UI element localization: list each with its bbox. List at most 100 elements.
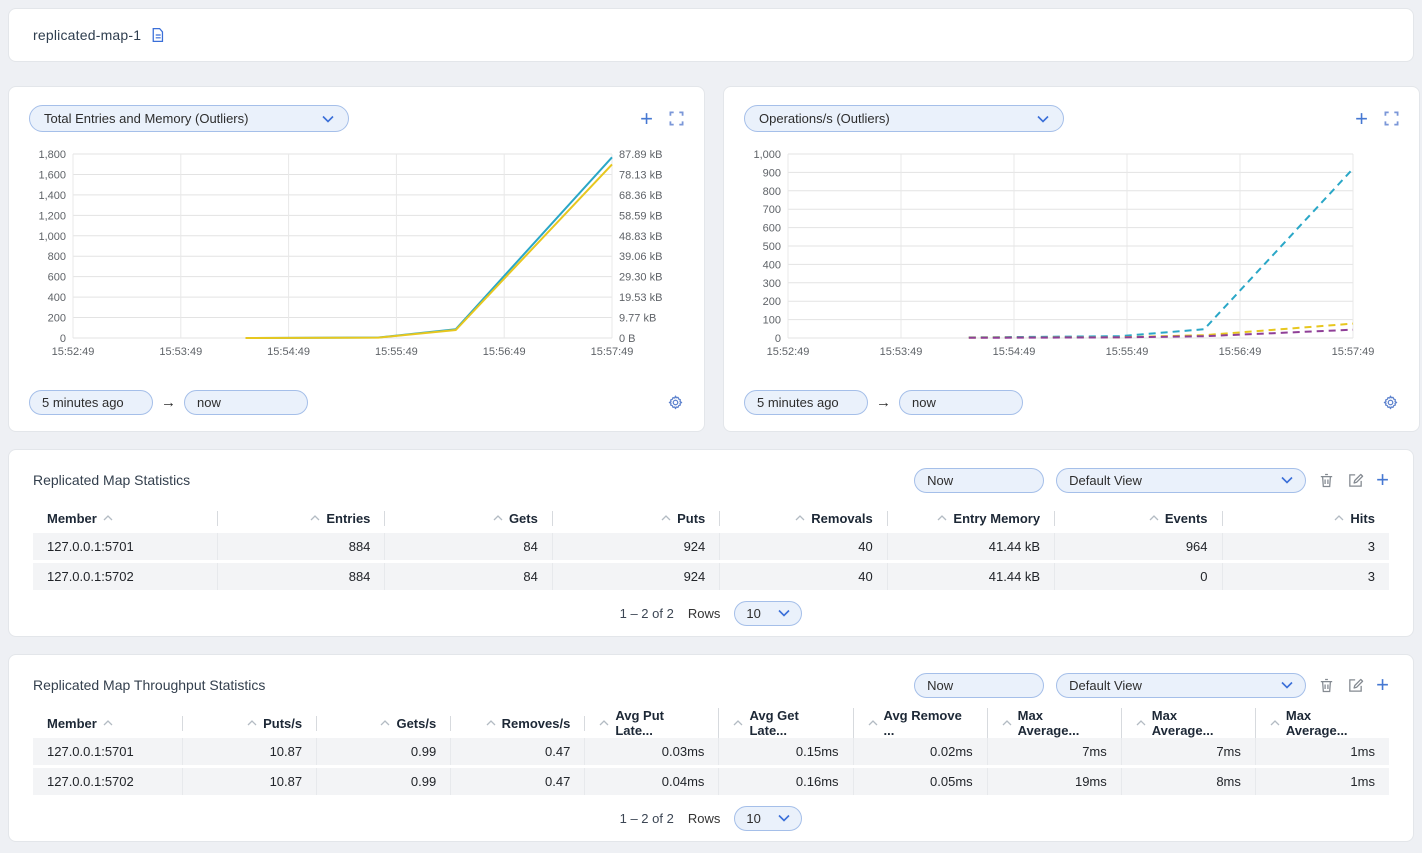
value-cell: 0.04ms [585,768,719,795]
svg-text:15:54:49: 15:54:49 [267,346,310,358]
table-header-row: MemberPuts/sGets/sRemoves/sAvg Put Late.… [33,711,1389,735]
time-from-input[interactable] [29,390,153,415]
svg-text:200: 200 [48,313,66,325]
svg-text:0: 0 [60,333,66,345]
edit-view-icon[interactable] [1347,472,1364,489]
chevron-down-icon [778,609,790,617]
chart-metric-selected-label: Operations/s (Outliers) [759,111,890,126]
table-title: Replicated Map Statistics [33,472,190,488]
column-header-removes-s[interactable]: Removes/s [451,716,585,731]
member-cell: 127.0.0.1:5701 [33,533,218,560]
value-cell: 8ms [1122,768,1256,795]
svg-text:15:56:49: 15:56:49 [1219,346,1262,358]
svg-text:15:55:49: 15:55:49 [375,346,418,358]
svg-text:1,000: 1,000 [38,231,66,243]
table-view-select[interactable]: Default View [1056,468,1306,493]
column-header-max-average[interactable]: Max Average... [1122,708,1256,738]
pagination-range: 1 – 2 of 2 [620,606,674,621]
value-cell: 1ms [1256,738,1389,765]
gear-icon[interactable] [1382,394,1399,411]
add-chart-button[interactable]: + [640,110,653,128]
sort-caret-icon [599,720,609,726]
entries-memory-chart-card: Total Entries and Memory (Outliers) + 1,… [8,86,705,432]
column-header-puts[interactable]: Puts [553,511,720,526]
time-to-input[interactable] [899,390,1023,415]
column-header-entries[interactable]: Entries [218,511,385,526]
rows-per-page-select[interactable]: 10 [734,806,802,831]
chart-metric-select[interactable]: Total Entries and Memory (Outliers) [29,105,349,132]
table-row[interactable]: 127.0.0.1:570110.870.990.470.03ms0.15ms0… [33,738,1389,765]
rows-label: Rows [688,811,721,826]
svg-text:68.36 kB: 68.36 kB [619,190,662,202]
time-from-input[interactable] [744,390,868,415]
table-row[interactable]: 127.0.0.1:5701884849244041.44 kB9643 [33,533,1389,560]
gear-icon[interactable] [667,394,684,411]
column-header-avg-get-late[interactable]: Avg Get Late... [719,708,853,738]
svg-text:700: 700 [763,204,781,216]
column-header-gets[interactable]: Gets [385,511,552,526]
table-row[interactable]: 127.0.0.1:570210.870.990.470.04ms0.16ms0… [33,768,1389,795]
table-row[interactable]: 127.0.0.1:5702884849244041.44 kB03 [33,563,1389,590]
value-cell: 40 [720,533,887,560]
column-header-hits[interactable]: Hits [1223,511,1389,526]
chart-metric-select[interactable]: Operations/s (Outliers) [744,105,1064,132]
page-title: replicated-map-1 [33,27,141,43]
add-table-button[interactable]: + [1376,676,1389,694]
column-header-puts-s[interactable]: Puts/s [183,716,317,731]
svg-text:0 B: 0 B [619,333,636,345]
column-header-member[interactable]: Member [33,716,183,731]
rows-per-page-value: 10 [746,606,760,621]
rows-per-page-select[interactable]: 10 [734,601,802,626]
svg-text:600: 600 [48,272,66,284]
column-header-removals[interactable]: Removals [720,511,887,526]
value-cell: 924 [553,533,720,560]
column-header-gets-s[interactable]: Gets/s [317,716,451,731]
svg-text:48.83 kB: 48.83 kB [619,231,662,243]
value-cell: 10.87 [183,768,317,795]
sort-caret-icon [868,720,878,726]
fullscreen-icon[interactable] [1384,111,1399,126]
value-cell: 0.99 [317,738,451,765]
sort-caret-icon [937,515,947,521]
page: replicated-map-1 Total Entries and Memor… [0,0,1422,850]
value-cell: 884 [218,563,385,590]
column-header-avg-remove[interactable]: Avg Remove ... [854,708,988,738]
table-time-input[interactable] [914,468,1044,493]
value-cell: 0 [1055,563,1222,590]
column-header-avg-put-late[interactable]: Avg Put Late... [585,708,719,738]
column-header-member[interactable]: Member [33,511,218,526]
value-cell: 924 [553,563,720,590]
delete-view-icon[interactable] [1318,677,1335,694]
svg-text:500: 500 [763,241,781,253]
column-header-max-average[interactable]: Max Average... [1256,708,1389,738]
add-table-button[interactable]: + [1376,471,1389,489]
edit-view-icon[interactable] [1347,677,1364,694]
column-header-max-average[interactable]: Max Average... [988,708,1122,738]
delete-view-icon[interactable] [1318,472,1335,489]
time-to-input[interactable] [184,390,308,415]
column-header-entry-memory[interactable]: Entry Memory [888,511,1055,526]
sort-caret-icon [1149,515,1159,521]
pagination: 1 – 2 of 2 Rows 10 [33,805,1389,831]
map-title-bar: replicated-map-1 [8,8,1414,62]
svg-text:200: 200 [763,296,781,308]
chevron-down-icon [322,115,334,123]
value-cell: 0.99 [317,768,451,795]
table-body: 127.0.0.1:570110.870.990.470.03ms0.15ms0… [33,738,1389,795]
column-header-events[interactable]: Events [1055,511,1222,526]
svg-text:15:53:49: 15:53:49 [880,346,923,358]
fullscreen-icon[interactable] [669,111,684,126]
value-cell: 1ms [1256,768,1389,795]
operations-line-chart: 1,000900800700600500400300200100015:52:4… [744,144,1399,366]
rows-per-page-value: 10 [746,811,760,826]
value-cell: 41.44 kB [888,533,1055,560]
add-chart-button[interactable]: + [1355,110,1368,128]
svg-text:1,200: 1,200 [38,210,66,222]
value-cell: 0.15ms [719,738,853,765]
value-cell: 964 [1055,533,1222,560]
table-view-select[interactable]: Default View [1056,673,1306,698]
svg-text:15:57:49: 15:57:49 [591,346,634,358]
replicated-map-statistics-card: Replicated Map Statistics Default View +… [8,449,1414,637]
table-time-input[interactable] [914,673,1044,698]
svg-text:15:53:49: 15:53:49 [159,346,202,358]
